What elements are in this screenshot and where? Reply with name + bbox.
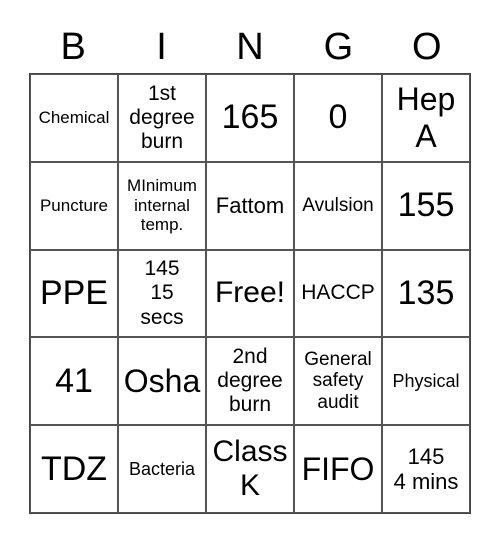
- bingo-cell[interactable]: Class K: [206, 425, 294, 513]
- bingo-cell[interactable]: General safety audit: [294, 337, 382, 426]
- bingo-cell[interactable]: Puncture: [30, 161, 118, 250]
- bingo-cell[interactable]: FIFO: [294, 425, 382, 513]
- bingo-cell[interactable]: 41: [30, 337, 118, 426]
- bingo-cell[interactable]: 2nd degree burn: [206, 337, 294, 426]
- bingo-cell[interactable]: 145 4 mins: [382, 425, 470, 513]
- bingo-cell[interactable]: Hep A: [382, 74, 470, 162]
- bingo-cell[interactable]: Avulsion: [294, 161, 382, 250]
- header-letter-g: G: [323, 26, 354, 68]
- bingo-cell[interactable]: HACCP: [294, 249, 382, 338]
- free-space-cell[interactable]: Free!: [206, 249, 294, 338]
- bingo-cell[interactable]: Fattom: [206, 161, 294, 250]
- bingo-cell[interactable]: Chemical: [30, 74, 118, 162]
- bingo-cell[interactable]: PPE: [30, 249, 118, 338]
- header-letter-n: N: [236, 26, 264, 68]
- bingo-cell[interactable]: 135: [382, 249, 470, 338]
- header-letter-i: I: [156, 26, 167, 68]
- header-letter-b: B: [60, 26, 86, 68]
- bingo-grid: Chemical 1st degree burn 165 0 Hep A Pun…: [29, 73, 471, 514]
- bingo-cell[interactable]: 165: [206, 74, 294, 162]
- bingo-cell[interactable]: 1st degree burn: [118, 74, 206, 162]
- bingo-cell[interactable]: Bacteria: [118, 425, 206, 513]
- bingo-cell[interactable]: 145 15 secs: [118, 249, 206, 338]
- bingo-cell[interactable]: Physical: [382, 337, 470, 426]
- header-letter-o: O: [411, 26, 442, 68]
- bingo-cell[interactable]: 0: [294, 74, 382, 162]
- bingo-header: B I N G O: [29, 22, 471, 72]
- bingo-cell[interactable]: 155: [382, 161, 470, 250]
- bingo-cell[interactable]: TDZ: [30, 425, 118, 513]
- bingo-cell[interactable]: Osha: [118, 337, 206, 426]
- bingo-cell[interactable]: MInimum internal temp.: [118, 161, 206, 250]
